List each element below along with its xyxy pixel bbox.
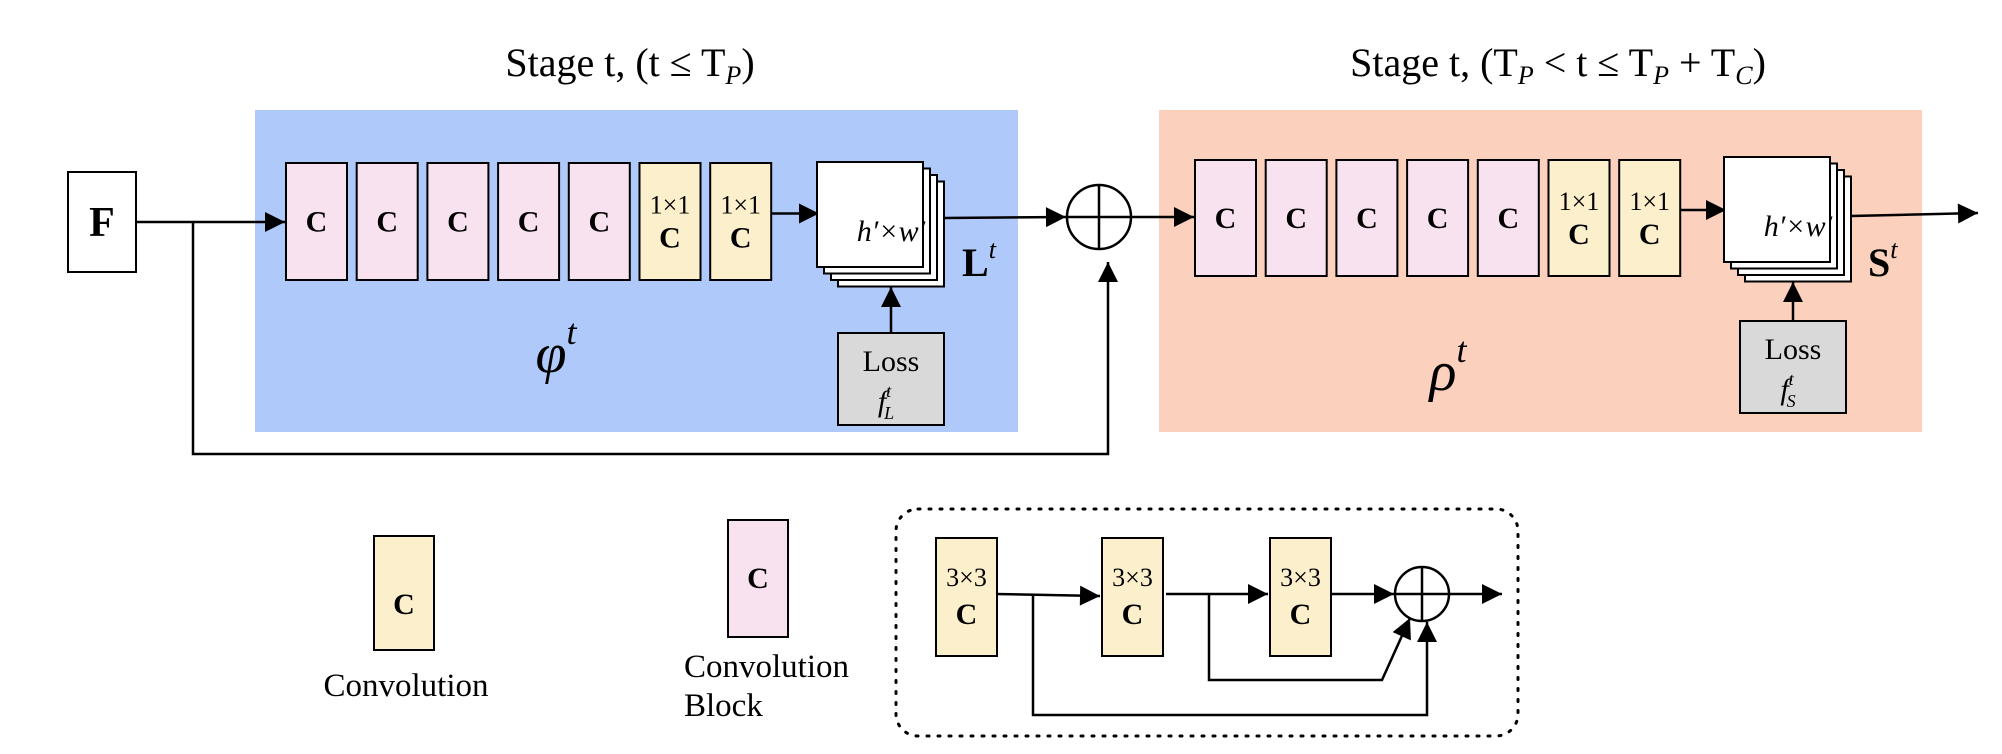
layer-symbol: C bbox=[447, 206, 469, 239]
layer-symbol: C bbox=[1568, 218, 1590, 251]
legend-conv-symbol: C bbox=[393, 588, 415, 621]
conv-block: C bbox=[426, 162, 490, 281]
legend-conv-block-label-2: Block bbox=[684, 688, 763, 724]
layer-kernel-size: 1×1 bbox=[650, 191, 691, 220]
detail-conv-layer: 3×3 C bbox=[1101, 537, 1164, 657]
feature-map-size: h′×w′ bbox=[1764, 210, 1833, 243]
conv-block: C bbox=[497, 162, 561, 281]
detail-conv-layer: 3×3 C bbox=[935, 537, 998, 657]
layer-symbol: C bbox=[1290, 598, 1312, 631]
layer-symbol: C bbox=[1356, 202, 1378, 235]
sum-node-icon bbox=[1065, 183, 1133, 251]
l-to-sum-arrow bbox=[943, 207, 1067, 228]
stage-c-title: Stage t, (TP < t ≤ TP + TC) bbox=[1350, 40, 1766, 90]
conv-block: C bbox=[567, 162, 631, 281]
layer-symbol: C bbox=[659, 222, 681, 255]
conv-layer: 1×1C bbox=[1618, 159, 1682, 277]
feature-map-stack: h′×w′ bbox=[1723, 156, 1852, 283]
layer-symbol: C bbox=[376, 206, 398, 239]
layer-kernel-size: 3×3 bbox=[946, 563, 987, 592]
conv-layer: 1×1C bbox=[709, 162, 773, 281]
conv-block: C bbox=[1264, 159, 1328, 277]
layer-kernel-size: 1×1 bbox=[1559, 187, 1600, 216]
loss-box: Lossft L bbox=[837, 332, 945, 426]
stage-p-title: Stage t, (t ≤ TP) bbox=[505, 40, 754, 90]
conv-layer: 1×1C bbox=[638, 162, 702, 281]
detail-sum-node-icon bbox=[1393, 565, 1451, 623]
layer-symbol: C bbox=[306, 206, 328, 239]
layer-symbol: C bbox=[1122, 598, 1144, 631]
conv-block: C bbox=[355, 162, 419, 281]
conv-block: C bbox=[1194, 159, 1257, 277]
detail-skip-long bbox=[1031, 594, 1437, 717]
conv-block: C bbox=[1406, 159, 1470, 277]
layer-kernel-size: 1×1 bbox=[720, 191, 761, 220]
pipeline-diagram: Stage t, (t ≤ TP) Stage t, (TP < t ≤ TP … bbox=[67, 40, 1979, 738]
layer-symbol: C bbox=[1215, 202, 1237, 235]
legend-conv-block-symbol: C bbox=[747, 562, 769, 595]
legend-conv-block-label-1: Convolution bbox=[684, 649, 849, 685]
layer-kernel-size: 3×3 bbox=[1112, 563, 1153, 592]
input-label: F bbox=[89, 200, 115, 246]
layer-symbol: C bbox=[1427, 202, 1449, 235]
conv-layer: 1×1C bbox=[1547, 159, 1611, 277]
feature-map-size: h′×w′ bbox=[857, 215, 926, 248]
detail-arrow-1 bbox=[995, 585, 1101, 606]
conv-block: C bbox=[1335, 159, 1399, 277]
loss-box: Lossft S bbox=[1739, 320, 1847, 414]
detail-conv-layer: 3×3 C bbox=[1269, 537, 1332, 657]
layer-symbol: C bbox=[588, 206, 610, 239]
conv-block: C bbox=[1476, 159, 1540, 277]
feature-map-stack: h′×w′ bbox=[816, 161, 945, 288]
layer-symbol: C bbox=[730, 222, 752, 255]
block-detail: 3×3 C 3×3 C 3×3 C bbox=[935, 537, 1332, 657]
layer-symbol: C bbox=[1639, 218, 1661, 251]
legend-conv-label: Convolution bbox=[323, 668, 488, 704]
layer-symbol: C bbox=[518, 206, 540, 239]
loss-label: Loss bbox=[863, 345, 920, 378]
layer-symbol: C bbox=[1497, 202, 1519, 235]
loss-label: Loss bbox=[1765, 333, 1822, 366]
layer-symbol: C bbox=[1285, 202, 1307, 235]
layer-kernel-size: 1×1 bbox=[1629, 187, 1670, 216]
layer-kernel-size: 3×3 bbox=[1280, 563, 1321, 592]
conv-block: C bbox=[285, 162, 348, 281]
layer-symbol: C bbox=[956, 598, 978, 631]
